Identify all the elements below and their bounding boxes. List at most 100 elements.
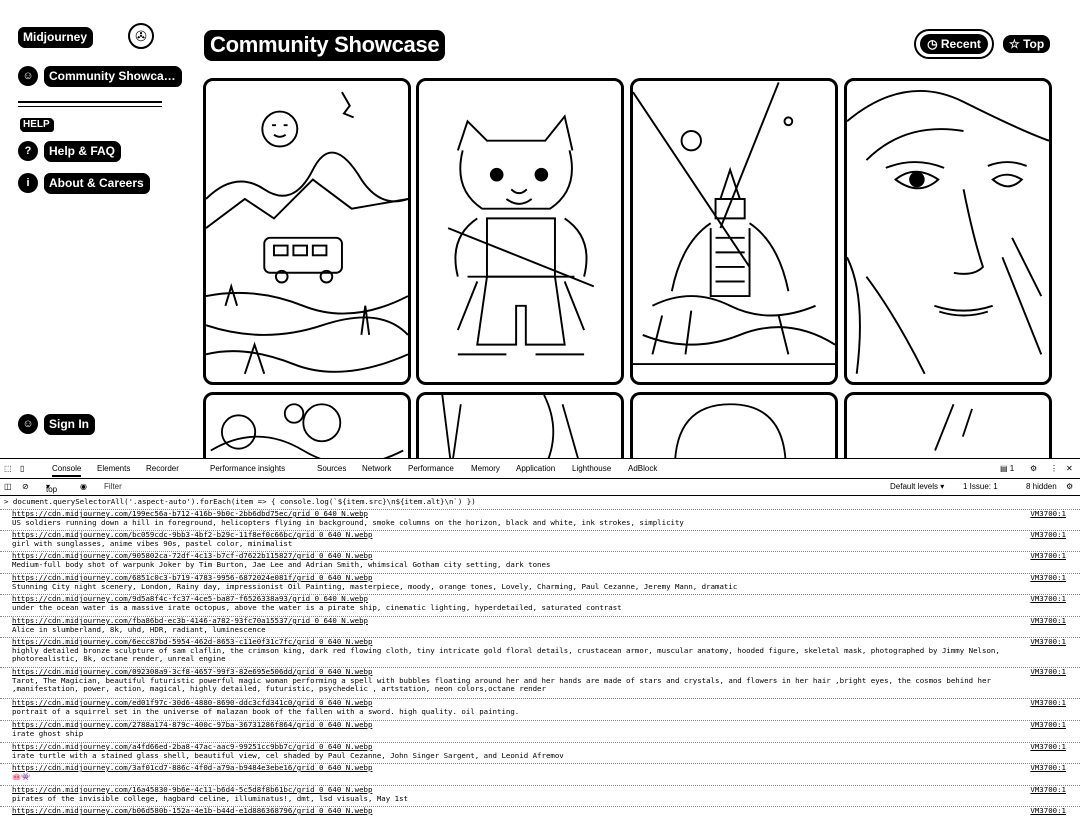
sidebar-divider [18,101,162,107]
console-log-entry: https://cdn.midjourney.com/905802ca-72df… [12,551,1072,569]
log-source-link[interactable]: VM3700:1 [1030,573,1066,583]
log-alt-text: Stunning City night scenery, London, Rai… [12,581,738,591]
log-source-link[interactable]: VM3700:1 [1030,763,1066,773]
console-log-entry: https://cdn.midjourney.com/b06d580b-152a… [12,806,1072,816]
more-menu-icon[interactable]: ⋮ [1050,464,1058,473]
tab-console[interactable]: Console [52,464,82,477]
midjourney-logo[interactable]: Midjourney [18,27,93,47]
woman-portrait-image [847,90,1049,375]
tab-elements[interactable]: Elements [97,464,130,473]
log-source-link[interactable]: VM3700:1 [1030,785,1066,795]
log-url-link[interactable]: https://cdn.midjourney.com/2788a174-879c… [12,720,1072,730]
console-log-entry: https://cdn.midjourney.com/bc059cdc-9bb3… [12,530,1072,548]
console-log-entry: https://cdn.midjourney.com/ed01f97c-30d6… [12,698,1072,716]
settings-gear-icon[interactable]: ⚙ [1030,464,1037,473]
devtools-panel: ⬚ ▯ Console Elements Recorder Performanc… [0,458,1080,821]
tab-network[interactable]: Network [362,464,391,473]
sidebar-item-label: Community Showca… [44,66,181,86]
showcase-image[interactable] [630,78,838,385]
log-alt-text: Tarot, The Magician, beautiful futuristi… [12,675,996,694]
samurai-dog-image [447,114,595,356]
log-source-link[interactable]: VM3700:1 [1030,806,1066,816]
console-log-entry: https://cdn.midjourney.com/16a45830-9b6e… [12,785,1072,803]
landscape-bus-image [206,91,408,375]
tab-application[interactable]: Application [516,464,555,473]
issues-badge[interactable]: ▤ 1 [1000,464,1014,473]
console-log-entry: https://cdn.midjourney.com/fba86bd-ec3b-… [12,616,1072,634]
tab-adblock[interactable]: AdBlock [628,464,657,473]
log-alt-text: girl with sunglasses, anime vibes 90s, p… [12,538,293,548]
log-alt-text: Medium-full body shot of warpunk Joker b… [12,559,551,569]
log-url-link[interactable]: https://cdn.midjourney.com/3af01cd7-886c… [12,763,1072,773]
tab-performance[interactable]: Performance [408,464,454,473]
log-alt-text: irate ghost ship [12,728,84,738]
log-source-link[interactable]: VM3700:1 [1030,551,1066,561]
log-source-link[interactable]: VM3700:1 [1030,594,1066,604]
log-source-link[interactable]: VM3700:1 [1030,720,1066,730]
log-source-link[interactable]: VM3700:1 [1030,698,1066,708]
sidebar-item-help-faq[interactable]: ? Help & FAQ [18,141,121,161]
clock-icon: ◷ [927,37,941,51]
issues-count: 1 [1009,464,1015,473]
showcase-image[interactable] [416,78,624,385]
showcase-image[interactable] [203,78,411,385]
log-source-link[interactable]: VM3700:1 [1030,742,1066,752]
log-source-link[interactable]: VM3700:1 [1030,530,1066,540]
sidebar-item-community-showcase[interactable]: ☺ Community Showca… [18,66,181,86]
sign-in-button[interactable]: ☺ Sign In [18,414,94,434]
log-source-link[interactable]: VM3700:1 [1030,667,1066,677]
tab-top[interactable]: ☆ Top [1003,35,1051,53]
users-icon: ☺ [18,66,38,86]
levels-dropdown[interactable]: Default levels ▾ [890,482,944,491]
tab-performance-insights[interactable]: Performance insights [210,464,285,473]
sidebar-toggle-icon[interactable]: ◫ [4,482,12,491]
close-icon[interactable]: ✕ [1066,464,1073,473]
console-output: > document.querySelectorAll('.aspect-aut… [0,496,1080,821]
console-log-entry: https://cdn.midjourney.com/199ec56a-b712… [12,509,1072,527]
clear-console-icon[interactable]: ⊘ [22,482,29,491]
context-selector[interactable]: top ▾ [46,482,57,494]
tab-sources[interactable]: Sources [317,464,346,473]
log-source-link[interactable]: VM3700:1 [1030,637,1066,647]
tab-recorder[interactable]: Recorder [146,464,179,473]
log-alt-text: 🐽👾 [12,771,31,781]
tab-lighthouse[interactable]: Lighthouse [572,464,611,473]
console-command: > document.querySelectorAll('.aspect-aut… [4,497,476,506]
showcase-image[interactable] [844,78,1052,385]
log-alt-text: portrait of a squirrel set in the univer… [12,706,520,716]
sidebar-item-about-careers[interactable]: i About & Careers [18,173,149,193]
log-source-link[interactable]: VM3700:1 [1030,616,1066,626]
devtools-tabbar: ⬚ ▯ Console Elements Recorder Performanc… [0,459,1080,479]
command-text: document.querySelectorAll('.aspect-auto'… [12,497,476,506]
inspect-icon[interactable]: ⬚ [4,464,12,473]
help-section-label: HELP [20,118,53,131]
log-alt-text: under the ocean water is a massive irate… [12,602,622,612]
question-icon: ? [18,141,38,161]
log-alt-text: highly detailed bronze sculpture of sam … [12,645,1005,664]
hidden-count: 8 hidden [1026,482,1057,491]
console-log-entry: https://cdn.midjourney.com/6851c0c3-b719… [12,573,1072,591]
console-log-entry: https://cdn.midjourney.com/a4fd66ed-2ba8… [12,742,1072,760]
log-alt-text: US soldiers running down a hill in foreg… [12,517,684,527]
tab-memory[interactable]: Memory [471,464,500,473]
log-url-link[interactable]: https://cdn.midjourney.com/b06d580b-152a… [12,806,1072,816]
console-log-entry: https://cdn.midjourney.com/9d5a8f4c-fc37… [12,594,1072,612]
issues-link[interactable]: 1 Issue: 1 [963,482,998,491]
info-icon: i [18,173,38,193]
filter-input[interactable]: Filter [104,482,122,491]
device-toolbar-icon[interactable]: ▯ [20,464,24,473]
compass-icon[interactable]: ✇ [128,23,154,49]
sidebar-item-label: Help & FAQ [44,141,121,161]
console-log-entry: https://cdn.midjourney.com/2788a174-879c… [12,720,1072,738]
log-alt-text: Alice in slumberland, 8k, uhd, HDR, radi… [12,624,266,634]
message-icon: ▤ [1000,464,1008,473]
context-label: top [46,485,58,494]
console-log-entry: https://cdn.midjourney.com/3af01cd7-886c… [12,763,1072,781]
star-icon: ☆ [1009,37,1024,51]
console-settings-gear-icon[interactable]: ⚙ [1066,482,1073,491]
tab-recent[interactable]: ◷ Recent [914,29,994,59]
page-title: Community Showcase [204,30,446,61]
eye-icon[interactable]: ◉ [80,482,87,491]
log-alt-text: irate turtle with a stained glass shell,… [12,750,564,760]
log-source-link[interactable]: VM3700:1 [1030,509,1066,519]
